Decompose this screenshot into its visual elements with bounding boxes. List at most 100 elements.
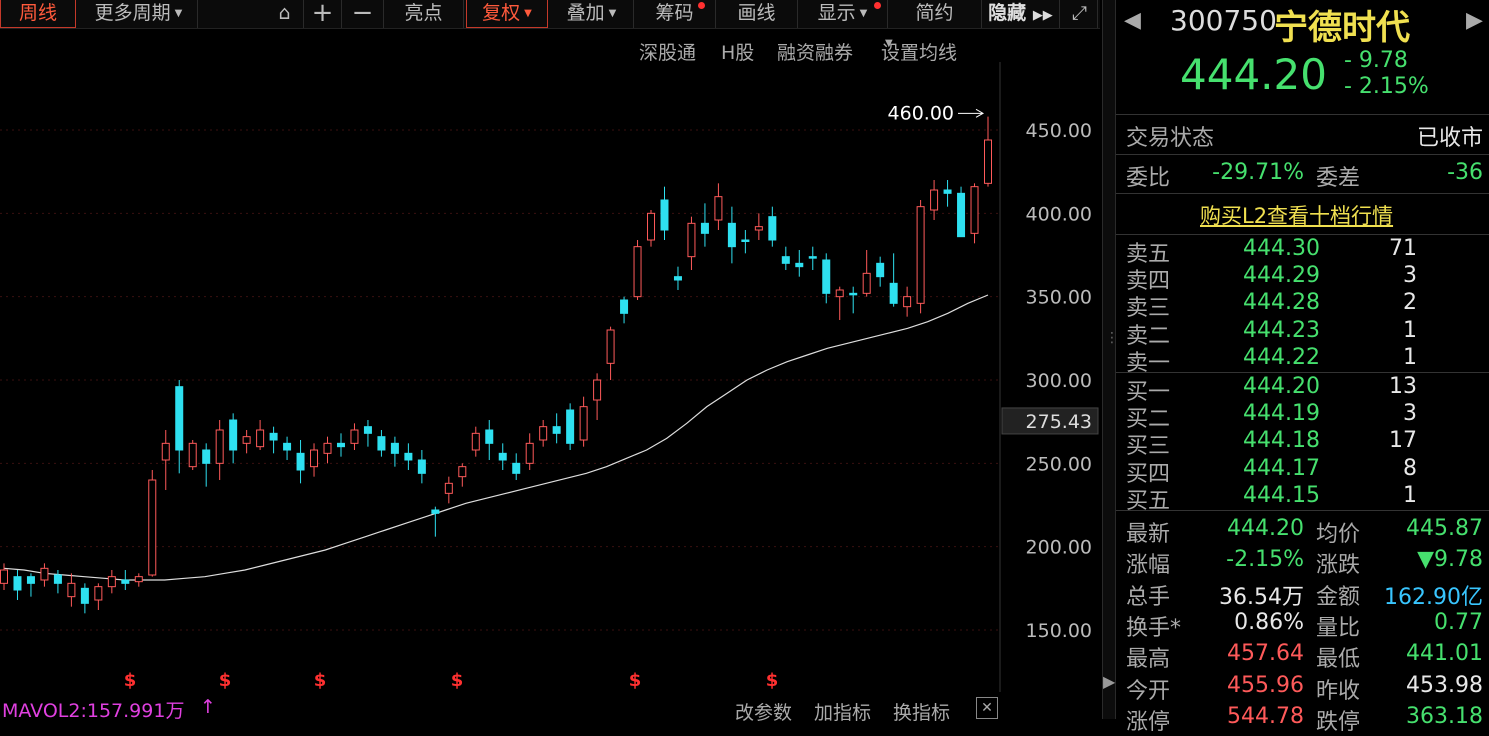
candle-body: [768, 216, 777, 241]
candle-body: [835, 289, 844, 298]
stat-label: 涨跌: [1316, 553, 1361, 579]
home-icon[interactable]: ⌂: [266, 0, 304, 28]
bids-row[interactable]: 买四 444.17 8: [1116, 456, 1489, 487]
indicator-bar: MAVOL2:157.991万 ↑ 改参数 加指标 换指标 ✕: [0, 694, 1100, 724]
asks-volume: 2: [1403, 290, 1417, 316]
bids-row[interactable]: 买一 444.20 13: [1116, 374, 1489, 405]
double-arrow-icon: ▶▶: [1032, 8, 1053, 23]
fullscreen-icon[interactable]: ⤢: [1062, 0, 1098, 28]
buy-l2-link[interactable]: 购买L2查看十档行情: [1200, 200, 1393, 230]
asks-price: 444.22: [1243, 344, 1320, 370]
stat-label: 最新: [1126, 522, 1171, 547]
notification-dot-icon: [874, 2, 881, 9]
commission-ratio-value: -29.71%: [1212, 160, 1304, 185]
chips-button[interactable]: 筹码: [634, 0, 716, 28]
asks-row[interactable]: 卖三 444.28 2: [1116, 290, 1489, 321]
asks-row[interactable]: 卖四 444.29 3: [1116, 263, 1489, 294]
signal-marker-icon: $: [124, 670, 137, 691]
peak-price-label: 460.00: [888, 102, 954, 124]
asks-price: 444.28: [1243, 290, 1320, 316]
candle-body: [94, 586, 103, 601]
stock-name: 宁德时代: [1274, 8, 1410, 48]
candle-body: [916, 206, 925, 304]
candle-body: [188, 442, 197, 468]
collapse-arrow-icon[interactable]: ▶: [1103, 672, 1115, 691]
prev-stock-icon[interactable]: ◀: [1124, 8, 1141, 33]
candle-body: [606, 329, 615, 364]
asks-row[interactable]: 卖五 444.30 71: [1116, 236, 1489, 267]
add-indicator-button[interactable]: 加指标: [814, 698, 871, 725]
zoom-out-icon[interactable]: −: [342, 0, 384, 28]
candle-body: [593, 379, 602, 401]
caret-down-icon: ▼: [885, 38, 893, 49]
overlay-button[interactable]: 叠加 ▼: [550, 0, 634, 28]
stat-label: 涨幅: [1126, 553, 1171, 579]
candle-body: [889, 282, 898, 304]
bids-row[interactable]: 买二 444.19 3: [1116, 401, 1489, 432]
candle-body: [80, 587, 89, 604]
caret-down-icon: ▼: [524, 7, 532, 19]
candle-body: [741, 239, 750, 242]
candle-body: [0, 569, 8, 584]
asks-row[interactable]: 卖二 444.23 1: [1116, 318, 1489, 349]
candle-body: [970, 186, 979, 234]
candle-body: [377, 436, 386, 451]
stat-value: 363.18: [1406, 703, 1483, 729]
candle-body: [67, 582, 76, 598]
simple-button[interactable]: 简约: [888, 0, 982, 28]
candle-body: [296, 452, 305, 471]
price-change-pct: - 2.15%: [1344, 74, 1429, 99]
stat-label: 最低: [1316, 647, 1361, 673]
link-margin-trading[interactable]: 融资融券: [777, 38, 853, 65]
swap-indicator-button[interactable]: 换指标: [893, 698, 950, 725]
candle-body: [471, 432, 480, 451]
candle-body: [714, 196, 723, 221]
draw-button[interactable]: 画线: [716, 0, 798, 28]
bids-volume: 17: [1389, 428, 1417, 454]
y-tick-label: 350.00: [1026, 287, 1092, 309]
asks-price: 444.29: [1243, 263, 1320, 289]
period-weekly-button[interactable]: 周线: [0, 0, 76, 28]
more-period-button[interactable]: 更多周期 ▼: [80, 0, 198, 28]
rights-button[interactable]: 复权 ▼: [466, 0, 548, 28]
candle-body: [269, 432, 278, 441]
signal-marker-icon: $: [766, 670, 779, 691]
bids-price: 444.20: [1243, 374, 1320, 399]
panel-splitter[interactable]: ⋮ ▶: [1102, 0, 1119, 719]
bids-volume: 1: [1403, 482, 1417, 508]
link-shenzhen-connect[interactable]: 深股通: [639, 38, 696, 65]
candle-body: [525, 442, 534, 464]
candle-body: [579, 406, 588, 441]
candle-body: [350, 429, 359, 444]
stat-value: 455.96: [1227, 672, 1304, 698]
candle-body: [26, 576, 35, 584]
close-icon[interactable]: ✕: [976, 697, 998, 719]
divider: [1116, 154, 1489, 155]
display-button[interactable]: 显示 ▼: [798, 0, 888, 28]
y-tick-label: 250.00: [1026, 453, 1092, 475]
bids-row[interactable]: 买三 444.18 17: [1116, 428, 1489, 459]
highlight-button[interactable]: 亮点: [384, 0, 464, 28]
commission-diff-value: -36: [1447, 160, 1483, 185]
asks-row[interactable]: 卖一 444.22 1: [1116, 344, 1489, 376]
y-tick-label: 150.00: [1026, 620, 1092, 642]
candlestick-chart[interactable]: 450.00 400.00 350.00 300.00 250.00 200.00 150.…: [0, 62, 1100, 694]
stat-label: 量比: [1316, 615, 1361, 641]
next-stock-icon[interactable]: ▶: [1466, 8, 1483, 33]
stats-row: 最新 444.20 均价 445.87: [1116, 516, 1489, 547]
price-change: - 9.78: [1344, 48, 1408, 73]
stat-value: -2.15%: [1226, 547, 1304, 573]
candle-body: [444, 482, 453, 494]
bids-row[interactable]: 买五 444.15 1: [1116, 482, 1489, 514]
divider: [1116, 193, 1489, 194]
candle-body: [107, 576, 116, 588]
link-h-share[interactable]: H股: [721, 38, 754, 65]
candle-body: [633, 246, 642, 298]
asks-price: 444.30: [1243, 236, 1320, 261]
candle-body: [754, 226, 763, 231]
change-params-button[interactable]: 改参数: [735, 698, 792, 725]
hide-button[interactable]: 隐藏 ▶▶: [982, 0, 1060, 28]
stat-value: 0.77: [1434, 609, 1483, 635]
stat-label: 均价: [1316, 522, 1361, 547]
zoom-in-icon[interactable]: +: [304, 0, 342, 28]
